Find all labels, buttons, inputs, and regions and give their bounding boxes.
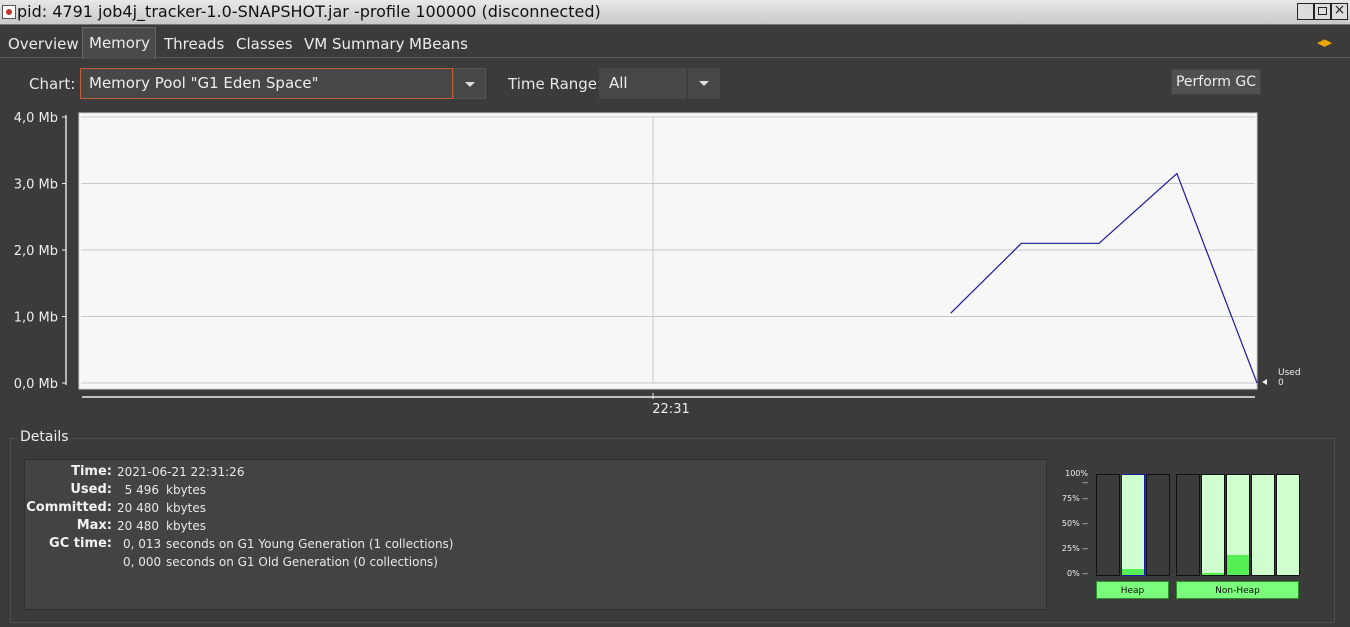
chart-select-value: Memory Pool "G1 Eden Space": [89, 74, 319, 92]
percent-tick: 100% --: [1065, 469, 1088, 487]
time-range-value: All: [609, 74, 628, 92]
app-icon: [2, 5, 16, 19]
y-tick-label: 0,0 Mb: [14, 377, 58, 392]
max-value: 20 480: [117, 519, 159, 533]
used-value: 5 496: [124, 483, 159, 497]
percent-tick: 50% --: [1061, 519, 1088, 528]
committed-value: 20 480: [117, 501, 159, 515]
nonheap-group-button[interactable]: Non-Heap: [1176, 581, 1299, 599]
nonheap-pool-bar[interactable]: [1251, 474, 1275, 576]
y-axis-ticks: 4,0 Mb 3,0 Mb 2,0 Mb 1,0 Mb 0,0 Mb: [14, 111, 66, 392]
close-icon[interactable]: ×: [1331, 2, 1348, 20]
series-end-marker: [1262, 379, 1267, 385]
nonheap-pool-bar[interactable]: [1201, 474, 1225, 576]
time-range-select[interactable]: All: [599, 68, 687, 99]
chart-select[interactable]: Memory Pool "G1 Eden Space": [80, 68, 453, 99]
series-name-label: Used: [1278, 368, 1301, 378]
details-title: Details: [17, 429, 72, 445]
time-range-label: Time Range:: [508, 75, 603, 93]
gc-old-value: 0, 000: [123, 555, 162, 569]
committed-unit: kbytes: [166, 501, 207, 515]
heap-pool-bar[interactable]: [1096, 474, 1120, 576]
chevron-down-icon: [465, 82, 475, 87]
percent-tick: 0% --: [1066, 569, 1088, 578]
chart-label: Chart:: [29, 75, 76, 93]
percent-tick: 75% --: [1061, 494, 1088, 503]
nonheap-pool-bar[interactable]: [1176, 474, 1200, 576]
heap-pool-bar[interactable]: [1121, 474, 1145, 576]
title-bar: pid: 4791 job4j_tracker-1.0-SNAPSHOT.jar…: [0, 0, 1350, 25]
y-tick-label: 3,0 Mb: [14, 178, 58, 193]
used-fill: [1122, 569, 1144, 575]
maximize-icon[interactable]: [1314, 3, 1331, 20]
heap-group-button[interactable]: Heap: [1096, 581, 1169, 599]
memory-chart: 4,0 Mb 3,0 Mb 2,0 Mb 1,0 Mb 0,0 Mb Used 0 22…: [14, 111, 1301, 417]
time-range-dropdown-button[interactable]: [687, 68, 720, 99]
y-tick-label: 2,0 Mb: [14, 244, 58, 259]
max-unit: kbytes: [166, 519, 207, 533]
plot-area: [78, 112, 1258, 390]
used-unit: kbytes: [166, 483, 207, 497]
tab-navigation-icon[interactable]: ◂▸: [1317, 33, 1332, 51]
committed-fill: [1122, 475, 1144, 575]
committed-fill: [1202, 475, 1224, 575]
y-tick-label: 1,0 Mb: [14, 311, 58, 326]
heap-pool-bar[interactable]: [1146, 474, 1170, 576]
chevron-down-icon: [699, 81, 709, 86]
tab-mbeans[interactable]: MBeans: [409, 35, 468, 53]
max-label: Max:: [76, 518, 112, 533]
used-fill: [1202, 573, 1224, 575]
tab-memory[interactable]: Memory: [89, 34, 150, 52]
committed-label: Committed:: [26, 500, 112, 515]
nonheap-pool-bar[interactable]: [1226, 474, 1250, 576]
time-label: Time:: [71, 464, 112, 479]
committed-fill: [1252, 475, 1274, 575]
tab-classes[interactable]: Classes: [236, 35, 293, 53]
y-tick-label: 4,0 Mb: [14, 111, 58, 126]
gc-young-text: seconds on G1 Young Generation (1 collec…: [166, 537, 454, 551]
chart-dropdown-button[interactable]: [453, 68, 486, 99]
gc-old-text: seconds on G1 Old Generation (0 collecti…: [166, 555, 438, 569]
percent-tick: 25% --: [1061, 544, 1088, 553]
window-title: pid: 4791 job4j_tracker-1.0-SNAPSHOT.jar…: [17, 2, 601, 21]
perform-gc-button[interactable]: Perform GC: [1171, 69, 1261, 95]
used-label: Used:: [70, 482, 112, 497]
nonheap-pool-bar[interactable]: [1276, 474, 1300, 576]
used-fill: [1227, 555, 1249, 575]
committed-fill: [1277, 475, 1299, 575]
tab-overview[interactable]: Overview: [8, 35, 79, 53]
tab-threads[interactable]: Threads: [164, 35, 224, 53]
series-last-value-label: 0: [1278, 378, 1284, 388]
minimize-icon[interactable]: [1297, 3, 1314, 20]
gc-young-value: 0, 013: [123, 537, 162, 551]
gc-time-label: GC time:: [49, 536, 112, 551]
x-tick-label: 22:31: [652, 402, 689, 417]
tab-vm-summary[interactable]: VM Summary: [304, 35, 404, 53]
details-panel: [24, 459, 1047, 610]
time-value: 2021-06-21 22:31:26: [117, 465, 245, 479]
